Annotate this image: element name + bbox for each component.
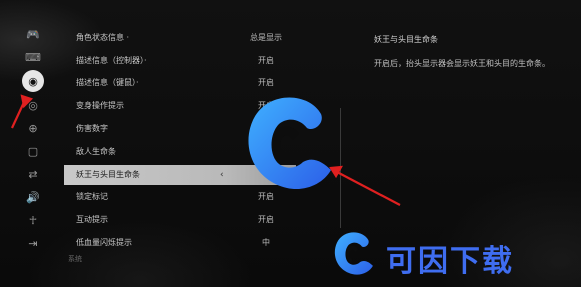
monitor-icon[interactable]: ▢ [20,141,46,161]
setting-label: 描述信息（键鼠）· [76,78,139,88]
setting-value: 中 [262,238,270,248]
zoom-icon[interactable]: ⊕ [20,118,46,138]
setting-label: 变身操作提示 [76,101,124,111]
divider [340,108,341,228]
exit-icon[interactable]: ⇥ [20,233,46,253]
setting-value: 总是显示 [250,32,282,42]
setting-value: 开启 [258,55,274,65]
setting-value: 开启 [258,192,274,202]
watermark-small-logo-icon [334,232,373,275]
description-body: 开启后，抬头显示器会显示妖王和头目的生命条。 [374,59,550,68]
watermark-text: 可因下载 [386,244,514,279]
setting-row-desc-controller[interactable]: 描述信息（控制器）· 开启 [64,49,296,72]
swap-icon[interactable]: ⇄ [20,164,46,184]
setting-label: 妖王与头目生命条 [76,170,140,180]
setting-row-interaction-hint[interactable]: 互动提示 开启 [64,208,296,231]
section-footer: 系统 [68,255,82,263]
setting-label: 描述信息（控制器）· [76,55,147,65]
volume-icon[interactable]: 🔊 [20,187,46,207]
setting-row-low-health-flash[interactable]: 低血量闪烁提示 中 [64,231,296,254]
setting-value: 开启 [258,78,274,88]
settings-category-rail: 🎮 ⌨ ◉ ◎ ⊕ ▢ ⇄ 🔊 ☥ ⇥ [20,24,46,256]
gamepad-icon[interactable]: 🎮 [20,24,46,44]
setting-label: 角色状态信息 · [76,32,130,42]
setting-label: 伤害数字 [76,124,108,134]
chevron-left-icon[interactable]: ‹ [220,170,224,180]
accessibility-icon[interactable]: ☥ [20,210,46,230]
setting-value: 开启 [258,215,274,225]
watermark-logo-icon [248,97,331,190]
eye-icon[interactable]: ◎ [20,95,46,115]
description-title: 妖王与头目生命条 [374,35,438,44]
setting-row-character-status[interactable]: 角色状态信息 · 总是显示 [64,26,296,49]
keyboard-icon[interactable]: ⌨ [20,47,46,67]
setting-label: 互动提示 [76,215,108,225]
setting-label: 锁定标记 [76,192,108,202]
setting-label: 敌人生命条 [76,146,116,156]
setting-label: 低血量闪烁提示 [76,238,132,248]
display-icon[interactable]: ◉ [22,70,44,92]
